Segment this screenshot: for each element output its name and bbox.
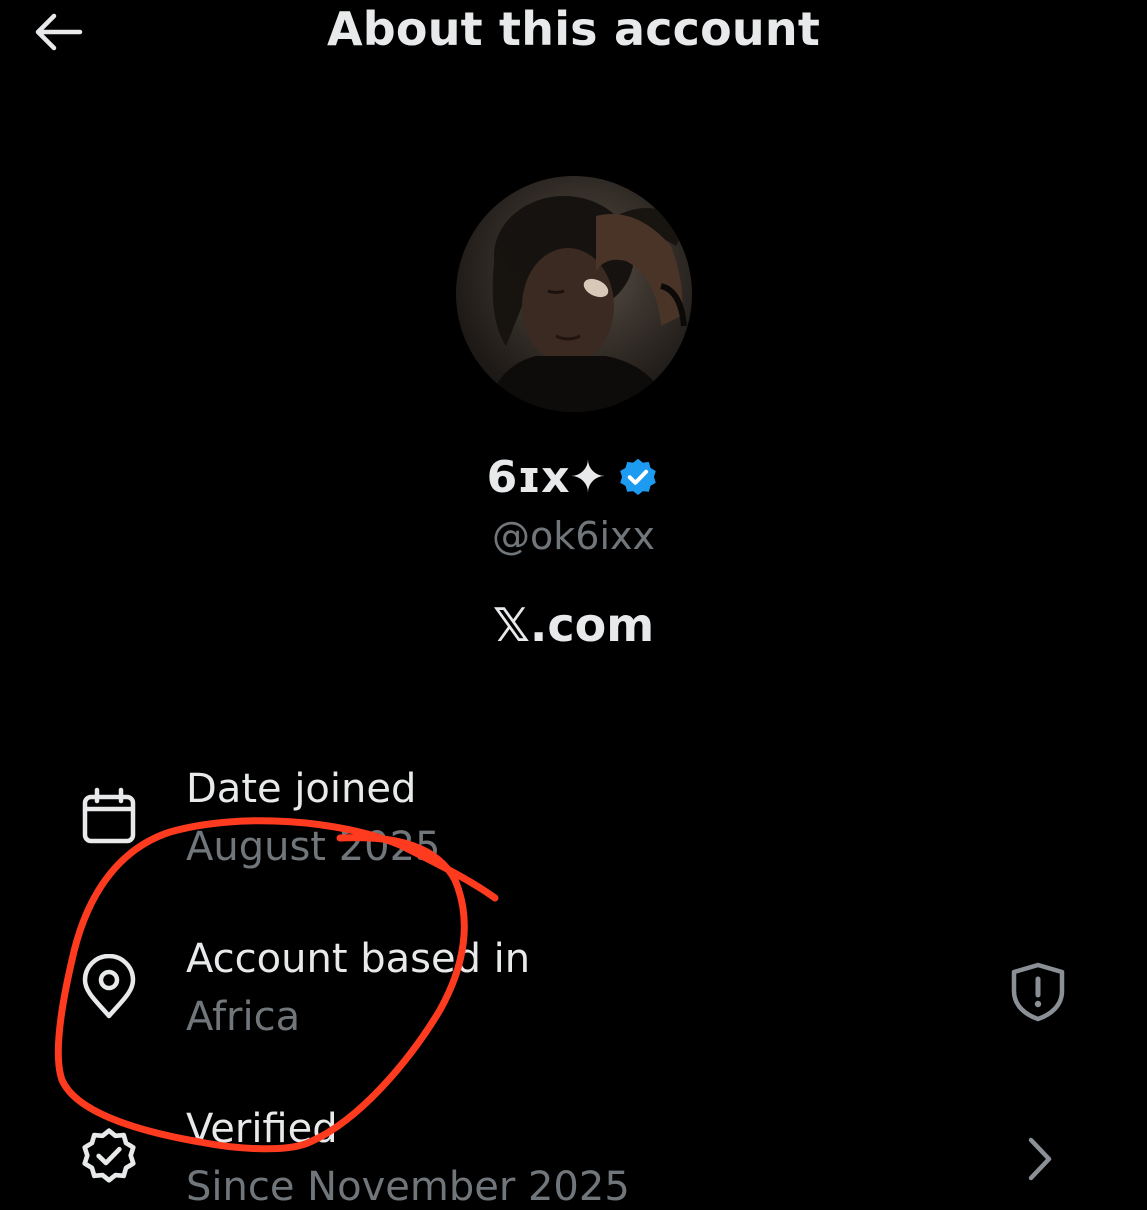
display-name-row: 6ɪx✦	[0, 452, 1147, 503]
shield-alert-button[interactable]	[1002, 956, 1074, 1028]
avatar-photo	[486, 196, 687, 412]
display-name: 6ɪx✦	[486, 452, 607, 503]
verified-chevron[interactable]	[1010, 1124, 1070, 1194]
verified-badge-icon	[620, 458, 657, 495]
header-bar: About this account	[0, 0, 1147, 64]
account-based-in-row: Account based in Africa	[0, 932, 1147, 1052]
page-title: About this account	[326, 2, 821, 56]
date-joined-value: August 2025	[186, 824, 441, 870]
account-based-in-label: Account based in	[186, 936, 531, 982]
date-joined-row: Date joined August 2025	[0, 762, 1147, 882]
verified-row[interactable]: Verified Since November 2025	[0, 1102, 1147, 1210]
chevron-right-icon	[1028, 1137, 1052, 1181]
platform-label: 𝕏.com	[492, 598, 655, 652]
verified-value: Since November 2025	[186, 1164, 630, 1210]
verified-check-icon	[74, 1122, 144, 1192]
location-pin-icon	[74, 952, 144, 1022]
date-joined-label: Date joined	[186, 766, 417, 812]
shield-alert-icon	[1011, 962, 1065, 1022]
account-based-in-value: Africa	[186, 994, 301, 1040]
avatar[interactable]	[456, 176, 692, 412]
handle: @ok6ixx	[492, 514, 655, 558]
verified-label: Verified	[186, 1106, 338, 1152]
calendar-icon	[74, 782, 144, 852]
